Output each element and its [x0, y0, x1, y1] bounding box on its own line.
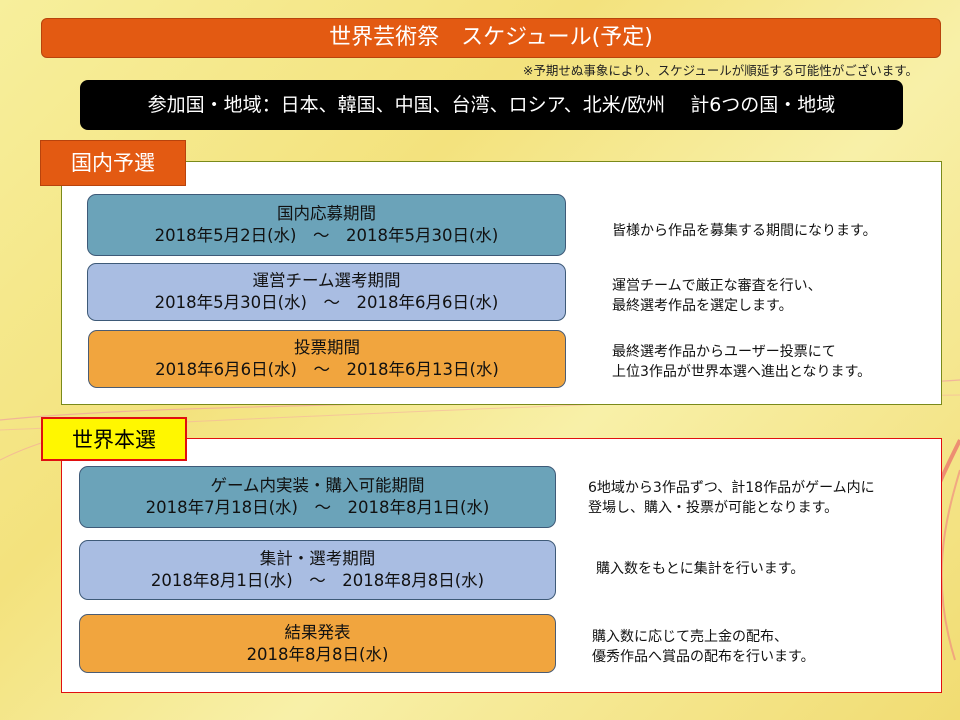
description-line: 6地域から3作品ずつ、計18作品がゲーム内に: [588, 480, 875, 496]
description-line: 最終選考作品を選定します。: [612, 298, 793, 314]
description-line: 最終選考作品からユーザー投票にて: [612, 344, 836, 360]
schedule-title: ゲーム内実装・購入可能期間: [210, 476, 425, 495]
description-line: 優秀作品へ賞品の配布を行います。: [592, 649, 815, 665]
description-line: 運営チームで厳正な審査を行い、: [612, 278, 822, 294]
schedule-box-domestic-application: 国内応募期間 2018年5月2日(水) ～ 2018年5月30日(水): [87, 194, 566, 256]
participating-countries: 参加国・地域：日本、韓国、中国、台湾、ロシア、北米/欧州 計6つの国・地域: [80, 80, 903, 130]
schedule-description: 最終選考作品からユーザー投票にて 上位3作品が世界本選へ進出となります。: [612, 342, 871, 382]
description-line: 皆様から作品を募集する期間になります。: [612, 223, 877, 239]
domestic-round-label: 国内予選: [40, 140, 186, 186]
schedule-dates: 2018年8月8日(水): [246, 644, 389, 664]
schedule-note: ※予期せぬ事象により、スケジュールが順延する可能性がございます。: [522, 63, 918, 78]
schedule-box-ingame-purchase: ゲーム内実装・購入可能期間 2018年7月18日(水) ～ 2018年8月1日(…: [79, 466, 556, 528]
schedule-box-tally: 集計・選考期間 2018年8月1日(水) ～ 2018年8月8日(水): [79, 540, 556, 600]
schedule-box-voting: 投票期間 2018年6月6日(水) ～ 2018年6月13日(水): [88, 330, 566, 388]
world-final-label: 世界本選: [41, 417, 187, 461]
schedule-description: 購入数に応じて売上金の配布、 優秀作品へ賞品の配布を行います。: [592, 627, 815, 667]
schedule-title: 国内応募期間: [277, 204, 376, 223]
description-line: 登場し、購入・投票が可能となります。: [588, 500, 839, 516]
description-line: 購入数をもとに集計を行います。: [596, 561, 805, 577]
schedule-title: 集計・選考期間: [259, 549, 376, 568]
schedule-dates: 2018年8月1日(水) ～ 2018年8月8日(水): [150, 571, 485, 590]
schedule-box-results: 結果発表 2018年8月8日(水): [79, 614, 556, 673]
schedule-description: 皆様から作品を募集する期間になります。: [612, 221, 877, 241]
schedule-title: 結果発表: [284, 622, 351, 642]
schedule-description: 6地域から3作品ずつ、計18作品がゲーム内に 登場し、購入・投票が可能となります…: [588, 478, 875, 518]
schedule-description: 購入数をもとに集計を行います。: [596, 559, 804, 579]
schedule-title: 運営チーム選考期間: [252, 271, 401, 290]
schedule-dates: 2018年5月30日(水) ～ 2018年6月6日(水): [154, 293, 499, 312]
schedule-dates: 2018年5月2日(水) ～ 2018年5月30日(水): [154, 226, 499, 245]
schedule-title: 投票期間: [294, 338, 360, 357]
page-title: 世界芸術祭 スケジュール(予定): [41, 18, 941, 58]
schedule-dates: 2018年6月6日(水) ～ 2018年6月13日(水): [155, 360, 499, 379]
description-line: 上位3作品が世界本選へ進出となります。: [612, 364, 872, 380]
description-line: 購入数に応じて売上金の配布、: [592, 629, 788, 645]
schedule-description: 運営チームで厳正な審査を行い、 最終選考作品を選定します。: [612, 276, 822, 316]
schedule-dates: 2018年7月18日(水) ～ 2018年8月1日(水): [145, 498, 490, 517]
schedule-box-team-selection: 運営チーム選考期間 2018年5月30日(水) ～ 2018年6月6日(水): [87, 263, 566, 321]
